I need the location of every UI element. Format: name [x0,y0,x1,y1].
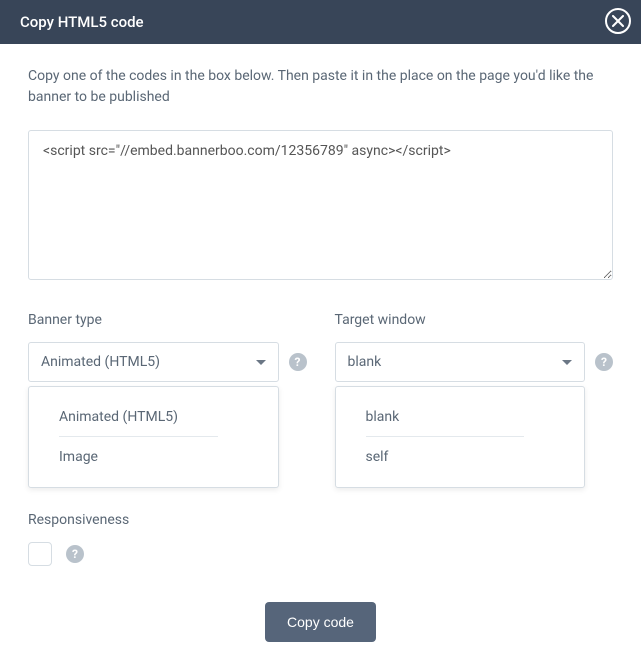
description-text: Copy one of the codes in the box below. … [28,66,613,108]
target-window-select-wrapper: blank ? [335,342,614,382]
responsiveness-section: Responsiveness ? [28,512,613,566]
help-icon[interactable]: ? [595,353,613,371]
code-textarea[interactable] [28,130,613,280]
banner-type-column: Banner type Animated (HTML5) ? Animated … [28,312,307,382]
help-icon[interactable]: ? [289,353,307,371]
chevron-down-icon [562,360,572,365]
help-icon[interactable]: ? [66,545,84,563]
target-window-dropdown: blank self [335,386,586,488]
banner-type-select-wrapper: Animated (HTML5) ? [28,342,307,382]
close-button[interactable] [605,8,631,34]
target-window-selected-value: blank [348,354,382,370]
banner-type-selected-value: Animated (HTML5) [41,354,160,370]
chevron-down-icon [256,360,266,365]
copy-html5-modal: Copy HTML5 code Copy one of the codes in… [0,0,641,605]
modal-title: Copy HTML5 code [20,13,144,31]
banner-type-option-image[interactable]: Image [29,437,278,477]
responsiveness-label: Responsiveness [28,512,613,528]
banner-type-dropdown: Animated (HTML5) Image [28,386,279,488]
banner-type-option-animated[interactable]: Animated (HTML5) [29,397,278,437]
close-icon [612,15,624,27]
target-window-column: Target window blank ? blank self [335,312,614,382]
modal-header: Copy HTML5 code [0,0,641,44]
responsiveness-checkbox-row: ? [28,542,613,566]
target-window-select[interactable]: blank [335,342,586,382]
target-window-option-blank[interactable]: blank [336,397,585,437]
responsiveness-checkbox[interactable] [28,542,52,566]
modal-footer: Copy code [28,602,613,642]
target-window-label: Target window [335,312,614,328]
banner-type-select[interactable]: Animated (HTML5) [28,342,279,382]
fields-row: Banner type Animated (HTML5) ? Animated … [28,312,613,382]
target-window-option-self[interactable]: self [336,437,585,477]
modal-content: Copy one of the codes in the box below. … [0,44,641,664]
banner-type-label: Banner type [28,312,307,328]
copy-code-button[interactable]: Copy code [265,602,376,642]
